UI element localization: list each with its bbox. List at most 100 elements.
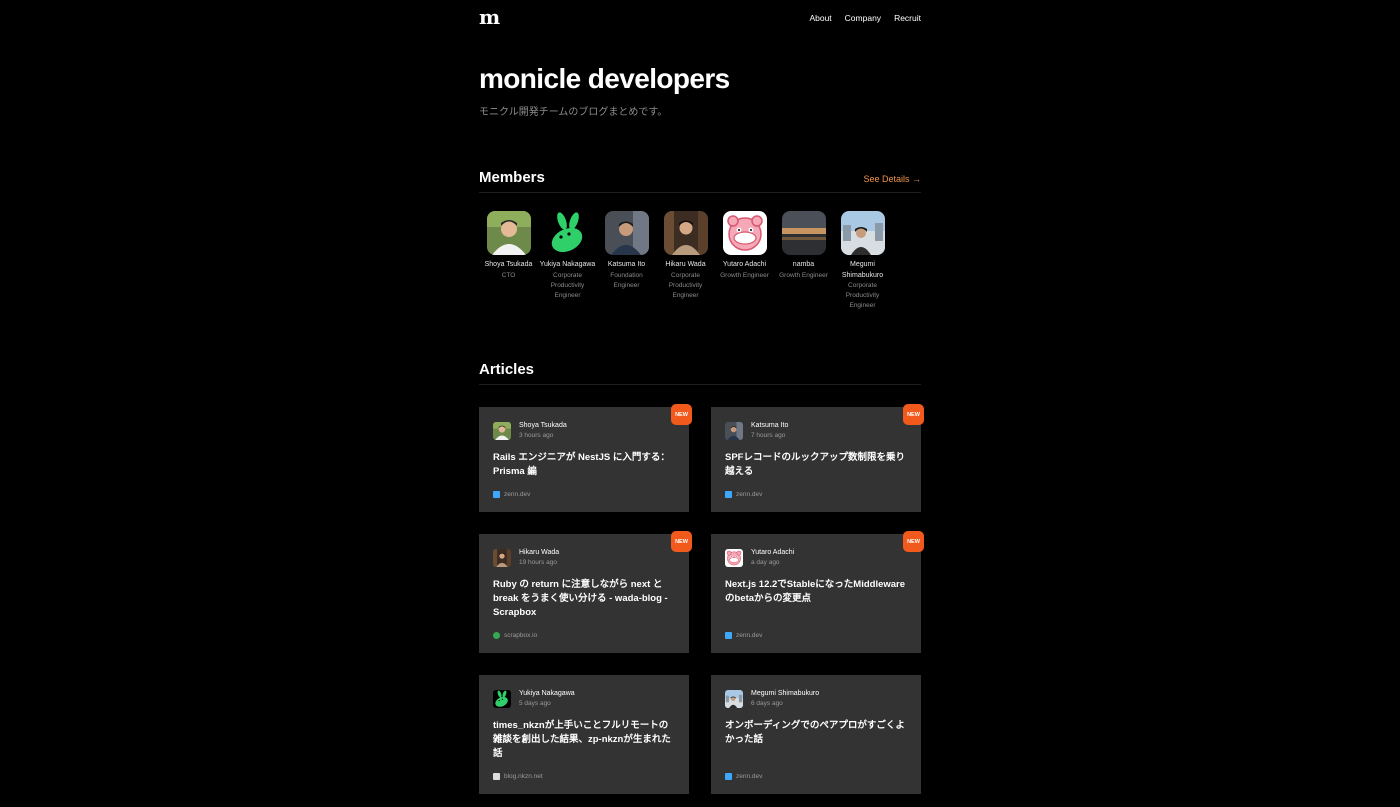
article-title[interactable]: Rails エンジニアが NestJS に入門する：Prisma 編 [479, 441, 689, 479]
author-avatar [493, 690, 511, 708]
author-avatar [725, 549, 743, 567]
new-badge: NEW [903, 404, 924, 425]
article-source: zenn.dev [725, 491, 762, 498]
post-time: 6 days ago [751, 700, 783, 707]
member-yukiya[interactable]: Yukiya Nakagawa Corporate Productivity E… [538, 211, 597, 311]
nav-about[interactable]: About [809, 13, 831, 23]
page: m About Company Recruit monicle develope… [479, 0, 924, 807]
member-role: Corporate Productivity Engineer [668, 271, 703, 299]
member-name: Yukiya Nakagawa [539, 261, 596, 268]
source-domain: zenn.dev [736, 491, 763, 498]
author-avatar [725, 422, 743, 440]
article-card[interactable]: Yukiya Nakagawa 5 days ago times_nkznが上手… [479, 675, 689, 794]
avatar [664, 211, 708, 255]
article-card[interactable]: NEW Yutaro Adachi a day ago Next.js 12.2… [711, 531, 924, 653]
zenn-icon [725, 773, 732, 780]
author-avatar [493, 549, 511, 567]
member-name: Yutaro Adachi [722, 261, 767, 268]
member-role: Corporate Productivity Engineer [550, 271, 585, 299]
source-domain: scrapbox.io [504, 632, 538, 639]
member-name: Katsuma Ito [607, 261, 646, 268]
zenn-icon [725, 491, 732, 498]
article-title[interactable]: Next.js 12.2でStableになったMiddlewareのbetaから… [711, 568, 921, 606]
article-source: scrapbox.io [493, 632, 537, 639]
author-name: Megumi Shimabukuro [751, 690, 820, 697]
page-title: monicle developers [479, 63, 730, 94]
article-author: Megumi Shimabukuro 6 days ago [711, 675, 921, 709]
author-avatar [493, 422, 511, 440]
member-hikaru[interactable]: Hikaru Wada Corporate Productivity Engin… [656, 211, 715, 311]
member-role: Growth Engineer [720, 271, 769, 279]
member-name: Shoya Tsukada [484, 261, 533, 268]
main-nav: About Company Recruit [809, 13, 921, 23]
member-role: Foundation Engineer [610, 271, 643, 289]
post-time: a day ago [751, 559, 780, 566]
article-title[interactable]: times_nkznが上手いことフルリモートの雑談を創出した結果、zp-nkzn… [479, 709, 689, 761]
article-card[interactable]: NEW Hikaru Wada 19 hours ago Ruby の retu… [479, 531, 692, 653]
post-time: 5 days ago [519, 700, 551, 707]
members-header: Members See Details → [479, 169, 921, 193]
site-logo[interactable]: m [479, 5, 500, 29]
post-time: 7 hours ago [751, 432, 786, 439]
article-author: Hikaru Wada 19 hours ago [479, 534, 689, 568]
article-title[interactable]: オンボーディングでのペアプロがすごくよかった話 [711, 709, 921, 747]
site-header: m About Company Recruit [479, 0, 921, 36]
article-card[interactable]: NEW Shoya Tsukada 3 hours ago Rails エンジニ… [479, 404, 692, 512]
source-domain: blog.nkzn.net [504, 773, 543, 780]
post-time: 3 hours ago [519, 432, 554, 439]
article-author: Shoya Tsukada 3 hours ago [479, 407, 689, 441]
member-name: Megumi Shimabukuro [841, 261, 884, 279]
nav-company[interactable]: Company [845, 13, 881, 23]
article-author: Yukiya Nakagawa 5 days ago [479, 675, 689, 709]
post-time: 19 hours ago [519, 559, 557, 566]
member-name: Hikaru Wada [665, 261, 706, 268]
author-avatar [725, 690, 743, 708]
new-badge: NEW [671, 531, 692, 552]
avatar [782, 211, 826, 255]
article-author: Yutaro Adachi a day ago [711, 534, 921, 568]
see-details-link[interactable]: See Details → [863, 174, 921, 186]
avatar [487, 211, 531, 255]
source-domain: zenn.dev [504, 491, 531, 498]
members-title: Members [479, 169, 545, 186]
members-list: Shoya Tsukada CTO Yukiya Nakagawa Corpor… [479, 211, 921, 311]
avatar [605, 211, 649, 255]
member-shoya[interactable]: Shoya Tsukada CTO [479, 211, 538, 311]
source-domain: zenn.dev [736, 632, 763, 639]
member-yutaro[interactable]: Yutaro Adachi Growth Engineer [715, 211, 774, 311]
author-name: Katsuma Ito [751, 422, 789, 429]
article-card[interactable]: Megumi Shimabukuro 6 days ago オンボーディングでの… [711, 675, 921, 794]
zenn-icon [493, 491, 500, 498]
member-role: Corporate Productivity Engineer [845, 282, 880, 309]
new-badge: NEW [671, 404, 692, 425]
avatar [546, 211, 590, 255]
member-katsuma[interactable]: Katsuma Ito Foundation Engineer [597, 211, 656, 311]
scrapbox-icon [493, 632, 500, 639]
member-namba[interactable]: namba Growth Engineer [774, 211, 833, 311]
article-source: zenn.dev [725, 773, 762, 780]
member-role: Growth Engineer [779, 271, 828, 279]
article-source: zenn.dev [725, 632, 762, 639]
source-domain: zenn.dev [736, 773, 763, 780]
zenn-icon [725, 632, 732, 639]
articles-grid: NEW Shoya Tsukada 3 hours ago Rails エンジニ… [479, 404, 924, 807]
author-name: Shoya Tsukada [519, 422, 567, 429]
page-subtitle: モニクル開発チームのブログまとめです。 [479, 107, 668, 118]
author-name: Yukiya Nakagawa [519, 690, 575, 697]
blog-icon [493, 773, 500, 780]
articles-title: Articles [479, 361, 535, 378]
author-name: Hikaru Wada [519, 549, 560, 556]
member-megumi[interactable]: Megumi Shimabukuro Corporate Productivit… [833, 211, 892, 311]
member-name: namba [792, 261, 815, 268]
articles-header: Articles [479, 361, 921, 385]
avatar [841, 211, 885, 255]
article-title[interactable]: SPFレコードのルックアップ数制限を乗り越える [711, 441, 921, 479]
article-title[interactable]: Ruby の return に注意しながら next と break をうまく使… [479, 568, 689, 620]
article-source: blog.nkzn.net [493, 773, 543, 780]
avatar [723, 211, 767, 255]
article-author: Katsuma Ito 7 hours ago [711, 407, 921, 441]
author-name: Yutaro Adachi [751, 549, 795, 556]
nav-recruit[interactable]: Recruit [894, 13, 921, 23]
article-source: zenn.dev [493, 491, 530, 498]
article-card[interactable]: NEW Katsuma Ito 7 hours ago SPFレコードのルックア… [711, 404, 924, 512]
